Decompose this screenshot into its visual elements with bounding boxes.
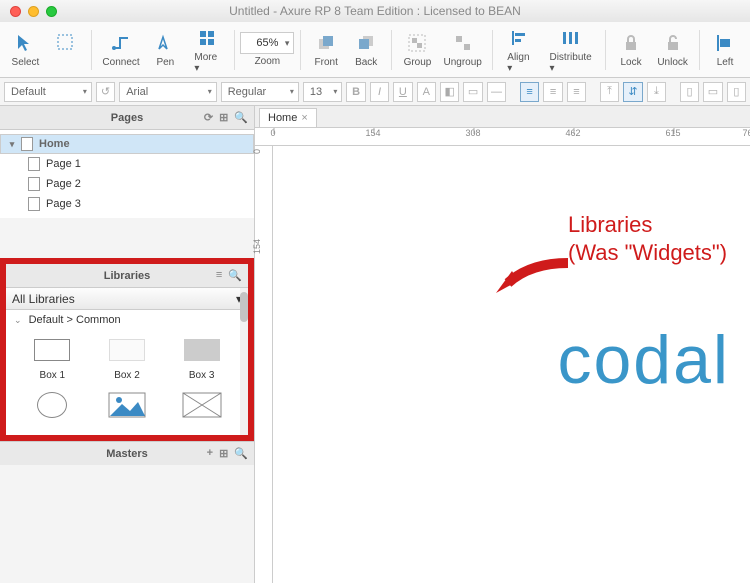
size-select[interactable]: 13▾ xyxy=(303,82,343,102)
align-menu[interactable]: Align ▾ xyxy=(499,22,540,78)
distribute-icon xyxy=(559,26,583,50)
page-icon xyxy=(28,177,40,191)
align-icon xyxy=(508,26,532,50)
caret-icon: ▾ xyxy=(285,38,290,49)
disclosure-triangle-icon[interactable]: ▾ xyxy=(7,139,17,150)
window-title: Untitled - Axure RP 8 Team Edition : Lic… xyxy=(229,4,521,18)
widget-box1[interactable]: Box 1 xyxy=(20,336,85,381)
select-icon xyxy=(13,31,37,55)
widget-placeholder[interactable] xyxy=(169,391,234,425)
pages-add-icon[interactable]: ⊞ xyxy=(219,111,228,124)
select-tool[interactable]: Select xyxy=(6,27,45,72)
pen-tool[interactable]: Pen xyxy=(146,27,184,72)
canvas[interactable]: Libraries (Was "Widgets") codal xyxy=(273,146,750,583)
border-left[interactable]: ▯ xyxy=(680,82,699,102)
caret-icon: ▾ xyxy=(333,87,337,96)
window-minimize-button[interactable] xyxy=(28,6,39,17)
lock-icon xyxy=(619,31,643,55)
group-icon xyxy=(405,31,429,55)
close-tab-icon[interactable]: × xyxy=(301,112,307,124)
masters-panel-header: Masters + ⊞ 🔍 xyxy=(0,441,254,465)
unlock-icon xyxy=(661,31,685,55)
ungroup-icon xyxy=(451,31,475,55)
arrow-icon xyxy=(490,245,570,305)
select-region-tool[interactable] xyxy=(47,27,85,72)
more-icon xyxy=(195,26,219,50)
page-icon xyxy=(21,137,33,151)
window-maximize-button[interactable] xyxy=(46,6,57,17)
text-align-center[interactable]: ≡ xyxy=(543,82,562,102)
border-right[interactable]: ▯ xyxy=(727,82,746,102)
weight-select[interactable]: Regular▾ xyxy=(221,82,299,102)
distribute-menu[interactable]: Distribute ▾ xyxy=(542,22,599,78)
underline-button[interactable]: U xyxy=(393,82,412,102)
back-button[interactable]: Back xyxy=(347,27,385,72)
front-button[interactable]: Front xyxy=(307,27,345,72)
pages-panel-header: Pages ⟳ ⊞ 🔍 xyxy=(0,106,254,130)
libraries-dropdown[interactable]: All Libraries ▾ xyxy=(6,288,248,310)
caret-icon: ▾ xyxy=(83,87,87,96)
border-top[interactable]: ▭ xyxy=(703,82,722,102)
italic-button[interactable]: I xyxy=(370,82,389,102)
valign-middle[interactable]: ⇵ xyxy=(623,82,642,102)
masters-add-icon[interactable]: + xyxy=(207,447,213,460)
horizontal-ruler: 0 154 308 462 615 769 xyxy=(255,128,750,146)
ungroup-button[interactable]: Ungroup xyxy=(439,27,487,72)
border-style-button[interactable]: — xyxy=(487,82,506,102)
align-left-icon xyxy=(713,31,737,55)
group-button[interactable]: Group xyxy=(398,27,437,72)
zoom-input[interactable]: 65%▾ xyxy=(240,32,294,54)
font-select[interactable]: Arial▾ xyxy=(119,82,216,102)
libraries-menu-icon[interactable]: ≡ xyxy=(216,269,222,282)
window-close-button[interactable] xyxy=(10,6,21,17)
brand-logo: codal xyxy=(557,321,730,399)
library-section[interactable]: ⌄ Default > Common xyxy=(6,310,248,330)
region-icon xyxy=(54,31,78,55)
widget-ellipse[interactable] xyxy=(20,391,85,425)
vertical-ruler: 0 154 xyxy=(255,146,273,583)
text-color-button[interactable]: A xyxy=(417,82,436,102)
unlock-button[interactable]: Unlock xyxy=(652,27,693,72)
style-reset[interactable]: ↺ xyxy=(96,82,115,102)
chevron-down-icon: ⌄ xyxy=(14,315,22,325)
canvas-tab-home[interactable]: Home × xyxy=(259,108,317,127)
connect-icon xyxy=(109,31,133,55)
text-align-right[interactable]: ≡ xyxy=(567,82,586,102)
masters-search-icon[interactable]: 🔍 xyxy=(234,447,248,460)
pages-refresh-icon[interactable]: ⟳ xyxy=(204,111,213,124)
front-icon xyxy=(314,31,338,55)
align-left-button[interactable]: Left xyxy=(706,27,744,72)
widget-box3[interactable]: Box 3 xyxy=(169,336,234,381)
page-row[interactable]: Page 2 xyxy=(0,174,254,194)
border-color-button[interactable]: ▭ xyxy=(463,82,482,102)
annotation-callout: Libraries (Was "Widgets") xyxy=(568,211,727,267)
libraries-panel-header: Libraries ≡ 🔍 xyxy=(6,264,248,288)
more-tools[interactable]: More ▾ xyxy=(186,22,227,78)
page-icon xyxy=(28,157,40,171)
back-icon xyxy=(354,31,378,55)
valign-bottom[interactable]: ⤓ xyxy=(647,82,666,102)
page-row[interactable]: Page 1 xyxy=(0,154,254,174)
text-align-left[interactable]: ≡ xyxy=(520,82,539,102)
caret-icon: ▾ xyxy=(208,87,212,96)
zoom-label: Zoom xyxy=(255,56,281,67)
scrollbar-thumb[interactable] xyxy=(240,292,248,322)
widget-image[interactable] xyxy=(95,391,160,425)
pen-icon xyxy=(153,31,177,55)
masters-addpage-icon[interactable]: ⊞ xyxy=(219,447,228,460)
page-row-home[interactable]: ▾ Home xyxy=(0,134,254,154)
caret-icon: ▾ xyxy=(290,87,294,96)
connect-tool[interactable]: Connect xyxy=(98,27,145,72)
fill-color-button[interactable]: ◧ xyxy=(440,82,459,102)
libraries-search-icon[interactable]: 🔍 xyxy=(228,269,242,282)
style-select[interactable]: Default▾ xyxy=(4,82,92,102)
page-row[interactable]: Page 3 xyxy=(0,194,254,214)
bold-button[interactable]: B xyxy=(346,82,365,102)
valign-top[interactable]: ⤒ xyxy=(600,82,619,102)
lock-button[interactable]: Lock xyxy=(612,27,650,72)
page-icon xyxy=(28,197,40,211)
pages-search-icon[interactable]: 🔍 xyxy=(234,111,248,124)
widget-box2[interactable]: Box 2 xyxy=(95,336,160,381)
